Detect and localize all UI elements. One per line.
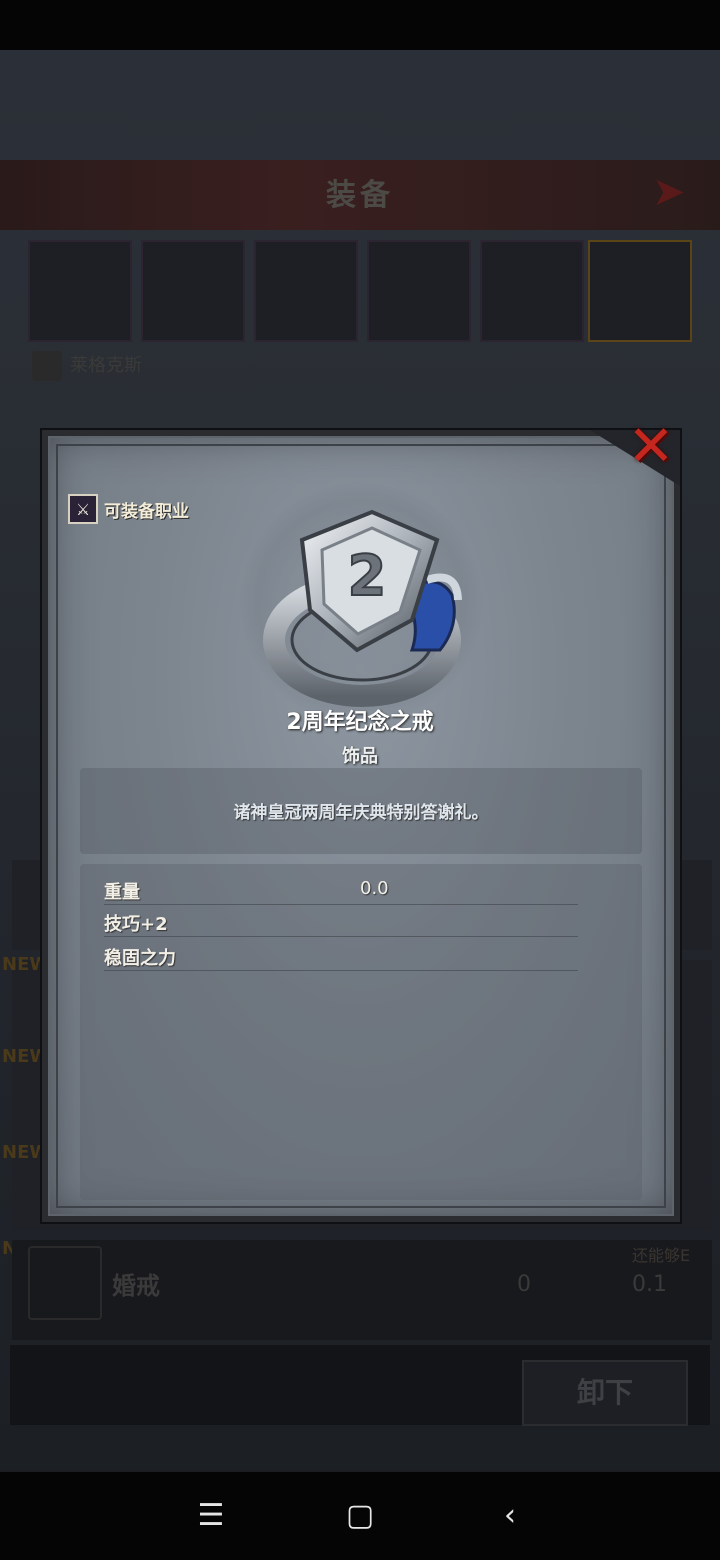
hero-name: 莱格克斯 <box>70 355 142 376</box>
stat-row: 稳固之力 <box>104 936 578 971</box>
back-arrow-icon: ➤ <box>652 169 686 215</box>
equipment-slots <box>28 240 698 345</box>
equip-slot <box>254 240 358 342</box>
stat-label: 技巧+2 <box>104 914 168 935</box>
stats-panel: 重量 0.0 技巧+2 稳固之力 <box>80 864 642 1200</box>
ring-item-value: 0 <box>517 1272 531 1297</box>
description-panel: 诸神皇冠两周年庆典特别答谢礼。 <box>80 768 642 854</box>
stat-row: 技巧+2 <box>104 902 578 937</box>
equip-slot <box>141 240 245 342</box>
back-icon[interactable]: ‹ <box>484 1490 536 1542</box>
equip-slot <box>480 240 584 342</box>
stat-value: 0.0 <box>360 878 389 899</box>
ring-icon: 2 <box>263 509 462 707</box>
ring-number: 2 <box>348 544 387 609</box>
item-type: 饰品 <box>342 746 378 767</box>
equippable-class-tag[interactable]: ⚔ 可装备职业 <box>68 494 189 524</box>
status-bar <box>0 0 720 50</box>
item-name: 2周年纪念之戒 <box>286 710 434 735</box>
ring-item-weight: 0.1 <box>632 1272 667 1297</box>
ring-list-item: 婚戒 还能够E 0 0.1 <box>12 1240 712 1340</box>
crossed-weapons-icon: ⚔ <box>68 494 98 524</box>
equippable-class-label: 可装备职业 <box>104 501 189 522</box>
system-nav-bar: ☰ ▢ ‹ <box>0 1472 720 1560</box>
stat-label: 稳固之力 <box>104 948 176 969</box>
stat-row: 重量 0.0 <box>104 870 578 905</box>
unequip-button: 卸下 <box>522 1360 688 1426</box>
stat-label: 重量 <box>104 882 140 903</box>
close-button[interactable]: ✕ <box>622 418 680 476</box>
equip-slot <box>367 240 471 342</box>
ring-icon <box>28 1246 102 1320</box>
background-title: 装备 <box>326 178 394 213</box>
hero-info: 莱格克斯 <box>32 348 332 384</box>
ring-item-tag: 还能够E <box>632 1246 691 1265</box>
hero-avatar <box>32 351 62 381</box>
equip-slot-selected <box>588 240 692 342</box>
equip-slot <box>28 240 132 342</box>
home-icon[interactable]: ▢ <box>334 1490 386 1542</box>
menu-icon[interactable]: ☰ <box>185 1490 237 1542</box>
item-description: 诸神皇冠两周年庆典特别答谢礼。 <box>233 803 489 823</box>
ring-item-name: 婚戒 <box>112 1272 160 1300</box>
